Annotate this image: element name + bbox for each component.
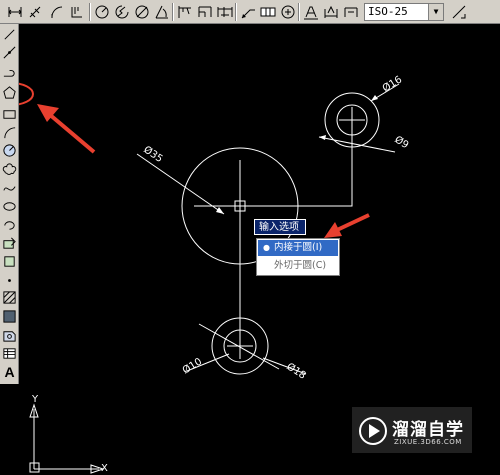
arc-icon[interactable] (1, 124, 18, 141)
dim-edit-icon[interactable] (302, 3, 320, 21)
ellipse-arc-icon[interactable] (1, 217, 18, 234)
dim-jogged-icon[interactable] (113, 3, 131, 21)
dim-text-top-outer: Ø16 (380, 73, 404, 94)
qleader-icon[interactable] (239, 3, 257, 21)
selected-bullet-icon: ● (263, 243, 270, 252)
dimension-toolbar: ISO-25 ▼ (0, 0, 500, 24)
dim-style-icon[interactable] (450, 3, 468, 21)
ucs-icon: Y X (29, 394, 108, 474)
dim-baseline-icon[interactable] (196, 3, 214, 21)
dim-text-bottom-outer: Ø18 (284, 360, 308, 381)
menu-item-label: 外切于圆(C) (274, 260, 327, 271)
rectangle-icon[interactable] (1, 106, 18, 123)
revision-cloud-icon[interactable] (1, 161, 18, 178)
dim-linear-icon[interactable] (6, 3, 24, 21)
line-icon[interactable] (1, 26, 18, 43)
dim-leader-big (136, 153, 225, 215)
insert-block-icon[interactable] (1, 235, 18, 252)
dimension-style-select[interactable]: ISO-25 ▼ (364, 3, 444, 21)
dimension-style-value: ISO-25 (368, 5, 408, 18)
connector-line-top (240, 120, 353, 207)
polyline-icon[interactable] (1, 63, 18, 80)
dim-text-top-inner: Ø9 (392, 133, 410, 151)
dim-leader-top-inner (318, 136, 396, 153)
construction-line-icon[interactable] (1, 44, 18, 61)
menu-item-inscribed[interactable]: ● 内接于圆(I) (258, 240, 338, 256)
point-icon[interactable] (1, 272, 18, 289)
ellipse-icon[interactable] (1, 198, 18, 215)
dim-angular-icon[interactable] (153, 3, 171, 21)
dim-diameter-icon[interactable] (133, 3, 151, 21)
annotation-arrow-left (37, 104, 96, 154)
watermark-url: ZIXUE.3D66.COM (394, 438, 462, 446)
annotation-arrow-right (324, 213, 370, 238)
gradient-icon[interactable] (1, 308, 18, 325)
ucs-x-label: X (101, 463, 108, 474)
watermark-brand: 溜溜自学 (392, 420, 464, 440)
chevron-down-icon[interactable]: ▼ (428, 4, 443, 20)
spline-icon[interactable] (1, 180, 18, 197)
menu-item-label: 内接于圆(I) (274, 242, 323, 253)
quick-dim-icon[interactable] (176, 3, 194, 21)
table-icon[interactable] (1, 345, 18, 362)
menu-item-circumscribed[interactable]: 外切于圆(C) (258, 258, 338, 274)
dim-text-bottom-inner: Ø10 (180, 355, 204, 376)
play-logo-icon (359, 417, 387, 445)
region-icon[interactable] (1, 327, 18, 344)
input-options-menu: ● 内接于圆(I) 外切于圆(C) (256, 238, 340, 276)
center-mark-icon[interactable] (279, 3, 297, 21)
draw-toolbar: A (0, 24, 19, 384)
hatch-icon[interactable] (1, 289, 18, 306)
dim-text-big: Ø35 (141, 144, 165, 165)
dim-continue-icon[interactable] (216, 3, 234, 21)
ucs-y-label: Y (31, 394, 39, 405)
watermark: 溜溜自学 ZIXUE.3D66.COM (352, 407, 472, 453)
dim-radius-icon[interactable] (93, 3, 111, 21)
multiline-text-icon[interactable]: A (1, 363, 18, 380)
input-options-title: 输入选项 (254, 219, 306, 235)
dim-update-icon[interactable] (342, 3, 360, 21)
dim-text-edit-icon[interactable] (322, 3, 340, 21)
circle-icon[interactable] (1, 142, 18, 159)
dim-ordinate-icon[interactable] (68, 3, 86, 21)
dim-aligned-icon[interactable] (27, 3, 45, 21)
tolerance-icon[interactable] (259, 3, 277, 21)
polygon-icon[interactable] (1, 84, 18, 101)
dim-arc-icon[interactable] (48, 3, 66, 21)
make-block-icon[interactable] (1, 253, 18, 270)
annotation-highlight-circle (19, 82, 34, 106)
